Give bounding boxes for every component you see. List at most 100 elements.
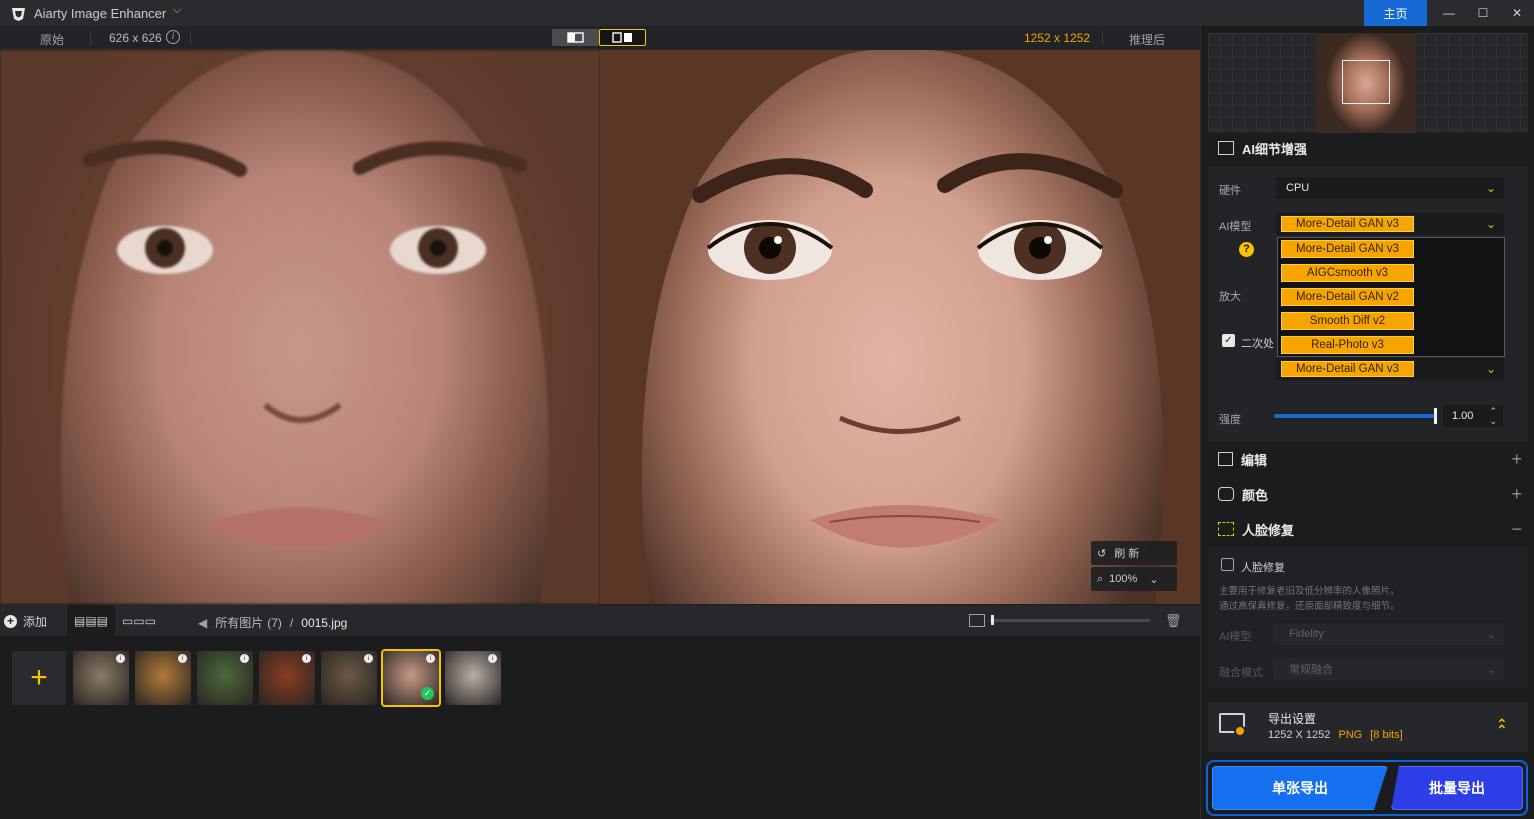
thumbnail-statue[interactable]: i: [445, 651, 501, 705]
model-selected-pill[interactable]: More-Detail GAN v3: [1281, 216, 1414, 232]
strip-view-button[interactable]: ▭▭▭: [115, 605, 163, 636]
refresh-icon: ↺: [1097, 547, 1107, 560]
after-label: 推理后: [1129, 33, 1166, 47]
edit-section-header[interactable]: 编辑 +: [1208, 444, 1528, 474]
breadcrumb-count: (7): [267, 615, 282, 630]
expand-plus-icon[interactable]: +: [1511, 449, 1522, 470]
split-view-icon: [567, 32, 584, 43]
original-size: 626 x 626: [109, 31, 162, 45]
face-icon: [1218, 522, 1234, 536]
ai-enhance-title: AI细节增强: [1242, 141, 1308, 157]
model-option[interactable]: AIGCsmooth v3: [1281, 264, 1414, 282]
side-by-side-button[interactable]: [599, 29, 646, 46]
home-button[interactable]: 主页: [1364, 0, 1427, 26]
export-format: PNG: [1338, 729, 1363, 741]
face-section-header[interactable]: 人脸修复 −: [1208, 514, 1528, 544]
output-size: 1252 x 1252: [1024, 31, 1091, 45]
app-menu-chevron-icon[interactable]: ⌵: [173, 4, 181, 17]
export-settings[interactable]: [1208, 702, 1528, 752]
grid-view-button[interactable]: ▤▤▤: [67, 605, 115, 636]
thumbnail-portrait[interactable]: i ✓: [381, 649, 441, 707]
original-image[interactable]: [0, 50, 600, 604]
blend-dropdown[interactable]: 常规融合 ⌄: [1273, 658, 1504, 680]
app-logo-icon: [12, 8, 25, 21]
strength-input[interactable]: 1.00 ⌃ ⌄: [1443, 405, 1503, 427]
add-image-button[interactable]: +: [12, 651, 66, 705]
info-icon[interactable]: i: [364, 654, 373, 663]
chevron-down-icon: ⌄: [1486, 663, 1496, 676]
second-pass-label: 二次处: [1241, 338, 1274, 350]
batch-export-button[interactable]: 批量导出: [1391, 766, 1523, 810]
app-title: Aiarty Image Enhancer: [34, 6, 167, 21]
chevron-down-icon: ⌄: [1485, 217, 1496, 231]
breadcrumb-separator: /: [289, 615, 294, 630]
divider: [190, 31, 191, 45]
single-export-button[interactable]: 单张导出: [1212, 766, 1388, 810]
ai-enhance-section-header[interactable]: AI细节增强: [1208, 133, 1528, 163]
face-model-dropdown[interactable]: Fidelity ⌄: [1273, 623, 1504, 645]
face-repair-label: 人脸修复: [1241, 562, 1285, 574]
ai-enhance-icon: [1218, 141, 1234, 155]
thumbnail-forest[interactable]: i: [197, 651, 253, 705]
chevron-down-icon: ⌄: [1485, 181, 1496, 195]
collapse-minus-icon[interactable]: −: [1511, 519, 1522, 540]
zoom-selector[interactable]: ⌕ 100% ⌄: [1091, 567, 1177, 591]
strength-slider[interactable]: [1274, 414, 1436, 418]
original-label: 原始: [40, 33, 65, 47]
second-model-pill[interactable]: More-Detail GAN v3: [1281, 361, 1414, 377]
thumbnail-owl[interactable]: i: [73, 651, 129, 705]
thumbnail-size-handle[interactable]: [991, 615, 994, 625]
color-title: 颜色: [1242, 487, 1269, 503]
zoom-icon: ⌕: [1097, 572, 1104, 585]
back-arrow-icon[interactable]: ◀: [198, 616, 207, 630]
hardware-label: 硬件: [1219, 185, 1241, 197]
zoom-level: 100%: [1109, 573, 1138, 585]
hardware-dropdown[interactable]: CPU ⌄: [1276, 177, 1504, 199]
info-icon[interactable]: i: [426, 654, 435, 663]
model-option[interactable]: Smooth Diff v2: [1281, 312, 1414, 330]
breadcrumb-folder[interactable]: 所有图片: [215, 614, 263, 631]
chevron-up-double-icon: ⌃: [1496, 722, 1508, 738]
color-section-header[interactable]: 颜色 +: [1208, 479, 1528, 509]
face-model-value: Fidelity: [1289, 628, 1324, 640]
info-icon[interactable]: i: [178, 654, 187, 663]
info-icon[interactable]: i: [116, 654, 125, 663]
stepper-icon[interactable]: ⌃ ⌄: [1489, 406, 1497, 426]
info-icon[interactable]: i: [166, 30, 180, 44]
thumbnail-size-slider[interactable]: [990, 619, 1150, 622]
info-icon[interactable]: i: [240, 654, 249, 663]
strength-value: 1.00: [1452, 410, 1474, 422]
edit-title: 编辑: [1241, 452, 1268, 468]
face-desc-1: 主要用于修复老旧及低分辨率的人像照片。: [1219, 586, 1400, 597]
refresh-label: 刷 新: [1114, 548, 1140, 560]
add-button[interactable]: + 添加: [4, 613, 47, 630]
breadcrumb: ◀ 所有图片 (7) / 0015.jpg: [198, 614, 347, 631]
minimize-button[interactable]: —: [1431, 0, 1467, 26]
model-option[interactable]: More-Detail GAN v3: [1281, 240, 1414, 258]
thumbnail-dog[interactable]: i: [321, 651, 377, 705]
face-repair-checkbox[interactable]: [1221, 558, 1234, 571]
info-icon[interactable]: i: [302, 654, 311, 663]
add-circle-icon: +: [4, 615, 17, 628]
expand-plus-icon[interactable]: +: [1511, 484, 1522, 505]
chevron-down-icon: ⌄: [1485, 362, 1496, 376]
thumbnail-burger[interactable]: i: [259, 651, 315, 705]
split-view-button[interactable]: [552, 29, 599, 46]
export-bits: [8 bits]: [1370, 729, 1403, 741]
help-icon[interactable]: ?: [1239, 242, 1254, 257]
model-option[interactable]: More-Detail GAN v2: [1281, 288, 1414, 306]
second-pass-checkbox[interactable]: ✓: [1222, 334, 1235, 347]
close-button[interactable]: ✕: [1499, 0, 1534, 26]
thumbnail-tiger[interactable]: i: [135, 651, 191, 705]
refresh-button[interactable]: ↺ 刷 新: [1091, 541, 1177, 565]
trash-icon[interactable]: 🗑: [1165, 613, 1182, 629]
maximize-button[interactable]: ☐: [1465, 0, 1501, 26]
enhanced-image[interactable]: [600, 50, 1200, 604]
scale-label: 放大: [1219, 291, 1241, 303]
edit-icon: [1218, 452, 1233, 466]
strength-handle[interactable]: [1434, 408, 1437, 424]
model-option[interactable]: Real-Photo v3: [1281, 336, 1414, 354]
chevron-down-icon: ⌄: [1149, 573, 1159, 586]
info-icon[interactable]: i: [488, 654, 497, 663]
navigator-viewport[interactable]: [1342, 60, 1390, 104]
